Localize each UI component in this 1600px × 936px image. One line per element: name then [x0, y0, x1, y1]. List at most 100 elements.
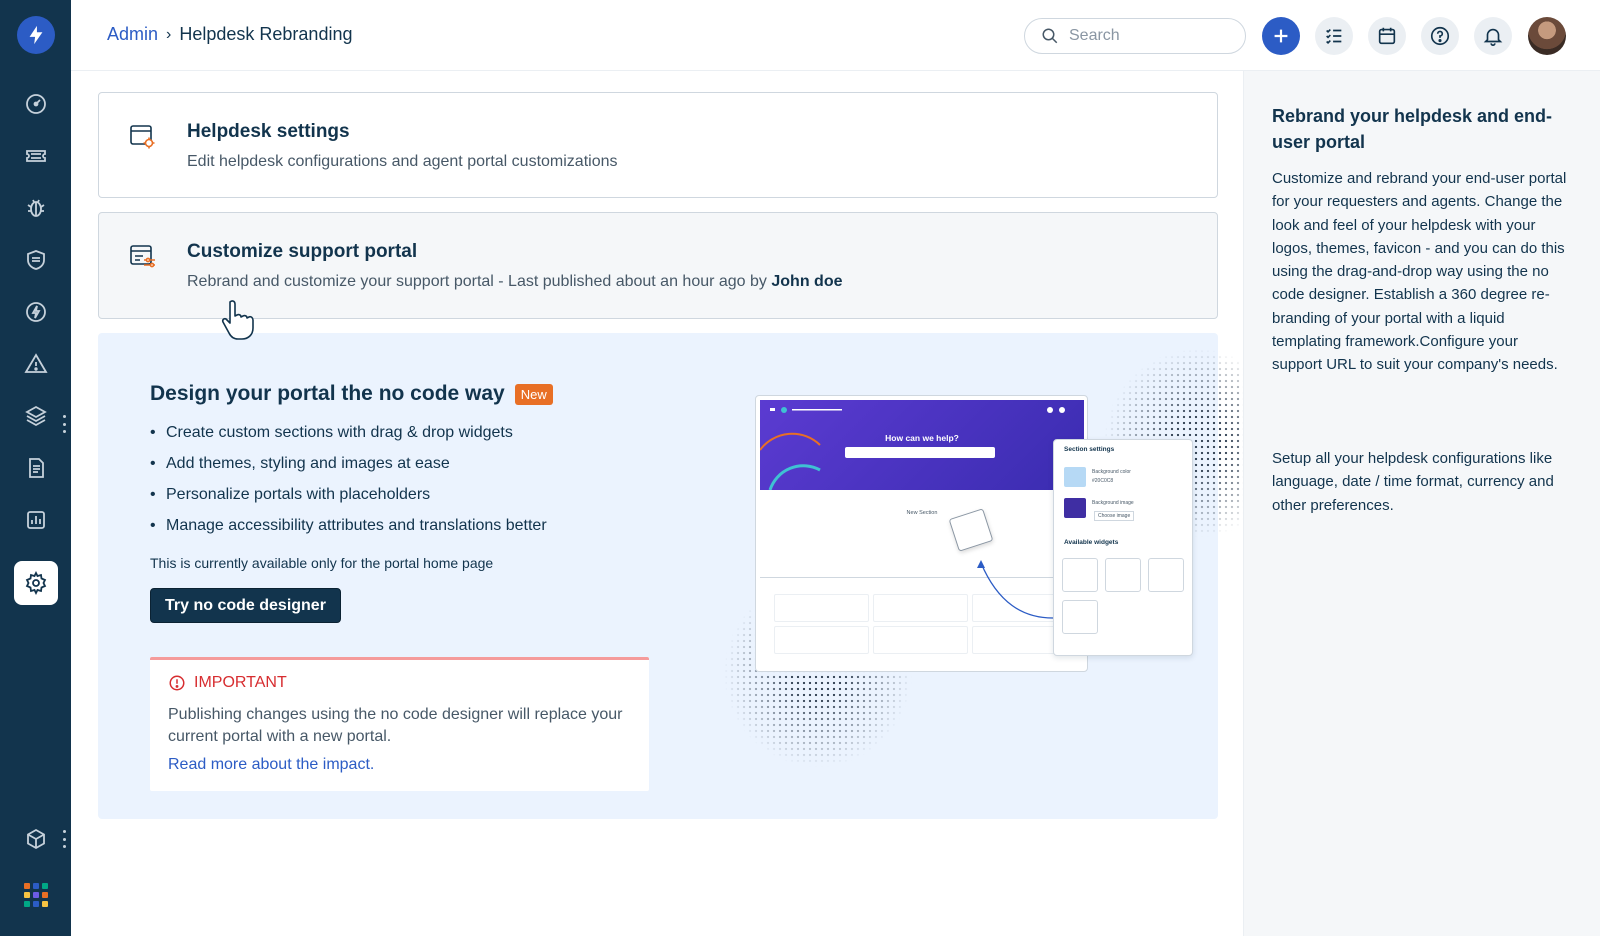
card-description-text: Rebrand and customize your support porta…	[187, 273, 772, 290]
breadcrumb: Admin › Helpdesk Rebranding	[107, 24, 352, 45]
reports-chart-icon	[27, 511, 45, 529]
list-item: Create custom sections with drag & drop …	[150, 424, 547, 455]
warning-icon	[24, 353, 48, 373]
page-title: Helpdesk Rebranding	[179, 24, 353, 44]
info-side-panel: Rebrand your helpdesk and end-user porta…	[1243, 71, 1600, 936]
sidebar-item-assets[interactable]	[14, 394, 58, 438]
new-item-button[interactable]	[1262, 17, 1300, 55]
shield-icon	[27, 250, 45, 270]
plus-icon	[1274, 29, 1288, 43]
sidebar-item-changes[interactable]	[14, 238, 58, 282]
sidebar-more-icon[interactable]	[62, 415, 66, 433]
important-header: IMPORTANT	[168, 674, 287, 692]
preview-hero-title: How can we help?	[885, 433, 959, 443]
section-settings-panel: Section settings Background color #20C0C…	[1053, 439, 1193, 656]
card-title: Helpdesk settings	[187, 121, 350, 142]
user-avatar[interactable]	[1528, 17, 1566, 55]
card-title: Customize support portal	[187, 241, 418, 262]
sidebar-item-admin[interactable]	[14, 561, 58, 605]
freshservice-logo[interactable]	[17, 16, 55, 54]
lightning-icon	[26, 302, 46, 322]
top-header: Admin › Helpdesk Rebranding	[71, 0, 1600, 71]
calendar-button[interactable]	[1368, 17, 1406, 55]
ticket-icon	[26, 150, 46, 162]
portal-customize-icon	[130, 245, 155, 268]
chevron-right-icon: ›	[166, 25, 172, 43]
promo-title: Design your portal the no code way New	[150, 382, 553, 406]
portal-preview-hero: How can we help?	[760, 400, 1084, 490]
read-more-impact-link[interactable]: Read more about the impact.	[168, 756, 374, 774]
sidebar-item-reports[interactable]	[14, 498, 58, 542]
settings-window-icon	[130, 125, 155, 149]
preview-search-bar	[845, 447, 995, 458]
drag-arrow-icon	[977, 560, 1054, 619]
sidebar-item-alerts[interactable]	[14, 342, 58, 386]
widget-tile	[1105, 558, 1141, 592]
no-code-designer-promo: Design your portal the no code way New C…	[98, 333, 1293, 819]
card-description: Edit helpdesk configurations and agent p…	[187, 153, 618, 170]
sidebar-item-solutions[interactable]	[14, 446, 58, 490]
feature-list: Create custom sections with drag & drop …	[150, 424, 547, 548]
side-panel-title: Rebrand your helpdesk and end-user porta…	[1272, 106, 1553, 152]
bug-icon	[27, 199, 45, 217]
help-button[interactable]	[1421, 17, 1459, 55]
sidebar	[0, 0, 71, 936]
new-badge: New	[514, 383, 553, 405]
widget-tile	[1062, 600, 1098, 634]
lightning-logo-icon	[29, 25, 43, 45]
bg-color-value: #20C0C8	[1092, 478, 1114, 484]
sidebar-item-releases[interactable]	[14, 290, 58, 334]
promo-title-text: Design your portal the no code way	[150, 382, 505, 405]
widget-tile	[1062, 558, 1098, 592]
important-label: IMPORTANT	[194, 674, 287, 691]
hero-decoration-icon	[760, 407, 1065, 490]
calendar-icon	[1378, 27, 1396, 45]
sidebar-item-tickets[interactable]	[14, 134, 58, 178]
customize-support-portal-card[interactable]: Customize support portal Rebrand and cus…	[98, 212, 1218, 319]
hand-pointer-cursor-icon	[221, 300, 254, 340]
panel-title: Section settings	[1064, 446, 1115, 453]
search-input[interactable]	[1069, 27, 1219, 45]
list-item: Manage accessibility attributes and tran…	[150, 517, 547, 548]
search-box[interactable]	[1024, 18, 1246, 54]
publisher-name: John doe	[771, 273, 843, 290]
bg-image-label: Background image	[1092, 500, 1134, 506]
checklist-icon	[1326, 28, 1342, 45]
important-notice: IMPORTANT Publishing changes using the n…	[150, 657, 649, 791]
sidebar-item-problems[interactable]	[14, 186, 58, 230]
cube-icon	[27, 828, 45, 850]
widget-tile	[1148, 558, 1184, 592]
side-panel-paragraph: Customize and rebrand your end-user port…	[1272, 170, 1567, 374]
bg-color-label: Background color	[1092, 469, 1131, 475]
sidebar-item-dashboard[interactable]	[14, 82, 58, 126]
layers-icon	[25, 405, 47, 427]
preview-section-label: New Section	[906, 510, 938, 516]
side-panel-paragraph: Setup all your helpdesk configurations l…	[1272, 450, 1554, 514]
todo-button[interactable]	[1315, 17, 1353, 55]
dashboard-gauge-icon	[26, 94, 46, 114]
card-description: Rebrand and customize your support porta…	[187, 273, 842, 291]
sidebar-more-bottom-icon[interactable]	[62, 830, 66, 848]
notifications-button[interactable]	[1474, 17, 1512, 55]
apps-grid-icon[interactable]	[24, 883, 48, 907]
info-circle-icon	[169, 675, 185, 691]
list-item: Personalize portals with placeholders	[150, 486, 547, 517]
availability-note: This is currently available only for the…	[150, 555, 494, 571]
try-no-code-designer-button[interactable]: Try no code designer	[150, 588, 341, 623]
designer-illustration: How can we help? New Section Section set…	[723, 348, 1293, 768]
search-icon	[1042, 28, 1058, 44]
sidebar-item-marketplace[interactable]	[14, 817, 58, 861]
breadcrumb-admin-link[interactable]: Admin	[107, 24, 158, 45]
widgets-title: Available widgets	[1064, 539, 1119, 546]
important-text: Publishing changes using the no code des…	[168, 706, 623, 745]
bg-image-swatch	[1064, 498, 1086, 518]
list-item: Add themes, styling and images at ease	[150, 455, 547, 486]
helpdesk-settings-card[interactable]: Helpdesk settings Edit helpdesk configur…	[98, 92, 1218, 198]
portal-preview-screen: How can we help? New Section	[755, 395, 1088, 672]
bg-color-swatch	[1064, 467, 1086, 487]
bell-icon	[1483, 28, 1503, 46]
choose-image-button: Choose image	[1094, 511, 1135, 521]
document-icon	[29, 458, 44, 478]
help-circle-icon	[1430, 26, 1450, 46]
settings-gear-icon	[25, 571, 47, 595]
